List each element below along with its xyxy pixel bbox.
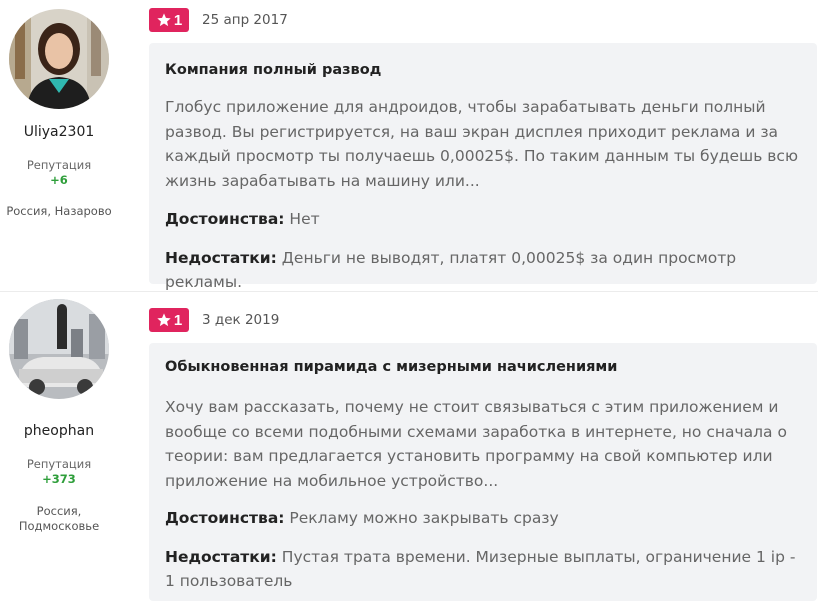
review-item: Uliya2301 Репутация +6 Россия, Назарово …: [0, 0, 818, 291]
review-text[interactable]: Хочу вам рассказать, почему не стоит свя…: [165, 395, 805, 493]
star-icon: [157, 13, 171, 27]
review-pros: Достоинства: Нет: [165, 207, 805, 231]
review-date: 25 апр 2017: [202, 12, 288, 28]
review-pros: Достоинства: Рекламу можно закрывать сра…: [165, 506, 805, 530]
review-card: Компания полный развод Глобус приложение…: [149, 43, 817, 291]
star-icon: [157, 313, 171, 327]
review-date: 3 дек 2019: [202, 312, 280, 328]
avatar[interactable]: [9, 9, 109, 109]
rating-badge: 1: [149, 308, 189, 332]
rating-badge: 1: [149, 8, 189, 32]
pros-text: Рекламу можно закрывать сразу: [289, 509, 559, 527]
review-text[interactable]: Глобус приложение для андроидов, чтобы з…: [165, 95, 805, 193]
review-card: Обыкновенная пирамида с мизерными начисл…: [149, 343, 817, 601]
review-title[interactable]: Компания полный развод: [165, 62, 381, 78]
author-location: Россия, Назарово: [6, 204, 112, 218]
author-name[interactable]: pheophan: [0, 423, 118, 439]
location-line: Подмосковье: [18, 519, 100, 533]
cons-label: Недостатки:: [165, 548, 277, 566]
pros-label: Достоинства:: [165, 509, 285, 527]
location-line: Россия,: [36, 504, 82, 518]
cons-label: Недостатки:: [165, 249, 277, 267]
pros-text: Нет: [289, 210, 320, 228]
author-name[interactable]: Uliya2301: [0, 124, 118, 140]
rating-value: 1: [173, 311, 183, 329]
author-location: Россия, Подмосковье: [0, 504, 118, 534]
rating-value: 1: [173, 11, 183, 29]
reputation-label: Репутация: [26, 457, 92, 471]
reputation-value: +6: [50, 173, 68, 187]
avatar[interactable]: [9, 299, 109, 399]
review-title[interactable]: Обыкновенная пирамида с мизерными начисл…: [165, 359, 617, 375]
reputation-value: +373: [42, 472, 76, 486]
pros-label: Достоинства:: [165, 210, 285, 228]
review-cons: Недостатки: Деньги не выводят, платят 0,…: [165, 246, 805, 294]
review-item: pheophan Репутация +373 Россия, Подмоско…: [0, 291, 818, 603]
reputation-label: Репутация: [26, 158, 92, 172]
review-cons: Недостатки: Пустая трата времени. Мизерн…: [165, 545, 805, 593]
